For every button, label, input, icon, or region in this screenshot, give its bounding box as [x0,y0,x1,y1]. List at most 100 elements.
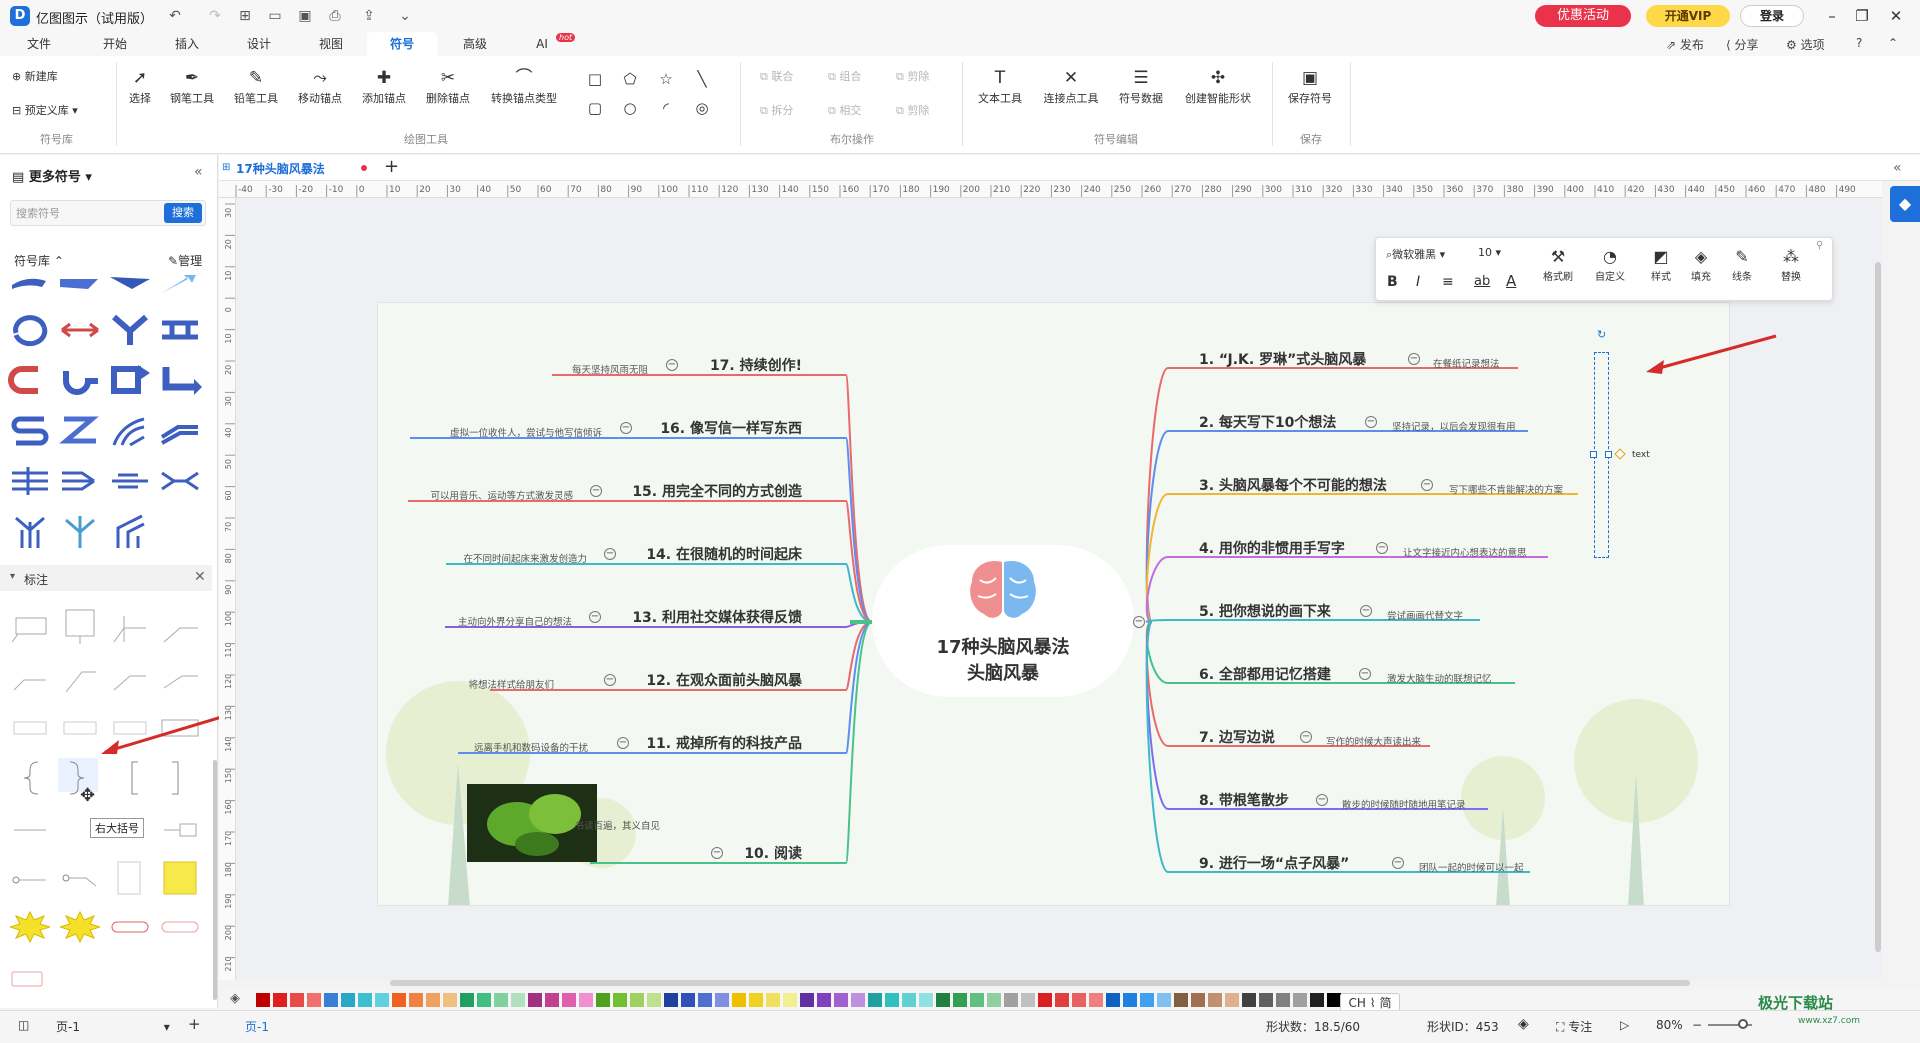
merge-arrow-symbol[interactable] [108,313,152,353]
fork-arrow-symbol[interactable] [108,510,152,550]
callout-symbol[interactable] [10,712,50,746]
color-swatch[interactable] [477,993,491,1007]
color-swatch[interactable] [698,993,712,1007]
convert-anchor-button[interactable]: ⌒ 转换锚点类型 [486,66,562,106]
format-panel-toggle-icon[interactable]: ◆ [1890,186,1920,222]
topic-node[interactable]: 3. 头脑风暴每个不可能的想法 [1199,475,1387,495]
right-bracket-symbol[interactable] [160,758,200,795]
topic-node[interactable]: 17. 持续创作! [710,355,802,375]
redo-icon[interactable]: ↷ [206,7,224,25]
help-icon[interactable]: ? [1856,36,1862,50]
topic-node[interactable]: 16. 像写信一样写东西 [660,418,802,438]
union-button[interactable]: ⧉ 联合 [760,67,793,87]
zoom-level[interactable]: 80% [1656,1018,1683,1032]
color-swatch[interactable] [817,993,831,1007]
font-size-select[interactable]: 10 ▾ [1478,246,1520,266]
subtract-button[interactable]: ⧉ 剪除 [896,67,929,87]
z-arrow-symbol[interactable] [58,413,102,453]
line-icon[interactable]: ╲ [692,69,712,89]
callout-symbol[interactable] [160,662,200,696]
color-swatch[interactable] [341,993,355,1007]
topic-node[interactable]: 1. “J.K. 罗琳”式头脑风暴 [1199,349,1366,369]
color-swatch[interactable] [834,993,848,1007]
topic-node[interactable]: 10. 阅读 [744,843,802,863]
new-file-icon[interactable]: ⊞ [236,7,254,25]
menu-advanced[interactable]: 高级 [449,32,501,56]
smart-shape-button[interactable]: ✣ 创建智能形状 [1178,66,1258,106]
collapse-ribbon-icon[interactable]: ⌃ [1888,36,1898,50]
color-swatch[interactable] [307,993,321,1007]
color-swatch[interactable] [936,993,950,1007]
collapse-node-icon[interactable]: − [1300,731,1312,743]
login-button[interactable]: 登录 [1740,5,1804,27]
color-swatch[interactable] [919,993,933,1007]
color-swatch[interactable] [630,993,644,1007]
underline-icon[interactable]: ab [1474,274,1490,289]
color-swatch[interactable] [902,993,916,1007]
pentagon-icon[interactable]: ⬠ [620,69,640,89]
arrow-symbol[interactable] [108,273,152,313]
rotate-handle-icon[interactable]: ↻ [1597,328,1606,341]
menu-file[interactable]: 文件 [13,32,65,56]
color-swatch[interactable] [528,993,542,1007]
collapse-node-icon[interactable]: − [604,548,616,560]
color-swatch[interactable] [885,993,899,1007]
print-icon[interactable]: ⎙ [326,7,344,25]
collapse-node-icon[interactable]: − [1359,668,1371,680]
color-swatch[interactable] [1004,993,1018,1007]
align-icon[interactable]: ≡ [1442,274,1454,290]
color-swatch[interactable] [1174,993,1188,1007]
resize-handle[interactable] [1590,451,1597,458]
connection-point-button[interactable]: ✕ 连接点工具 [1038,66,1104,106]
restore-icon[interactable]: ❐ [1852,6,1872,26]
bend-arrow-symbol[interactable] [108,363,152,403]
tag-callout-symbol[interactable] [110,910,150,944]
collapse-node-icon[interactable]: − [604,674,616,686]
split-button[interactable]: ⧉ 拆分 [760,101,793,121]
color-swatch[interactable] [290,993,304,1007]
menu-view[interactable]: 视图 [305,32,357,56]
spiral-icon[interactable]: ◎ [692,98,712,118]
color-swatch[interactable] [545,993,559,1007]
add-page-icon[interactable]: + [188,1015,201,1033]
corner-arrow-symbol[interactable] [158,363,202,403]
combine-button[interactable]: ⧉ 组合 [828,67,861,87]
color-swatch[interactable] [1021,993,1035,1007]
collapse-node-icon[interactable]: − [711,847,723,859]
collapse-panel-icon[interactable]: « [194,164,203,180]
u-turn-arrow-symbol[interactable] [8,363,52,403]
rectangle-icon[interactable]: □ [585,69,605,89]
add-tab-icon[interactable]: + [384,156,399,177]
fill-bucket-icon[interactable]: ◈ [230,991,240,1006]
color-swatch[interactable] [1191,993,1205,1007]
menu-home[interactable]: 开始 [89,32,141,56]
color-swatch[interactable] [511,993,525,1007]
save-symbol-button[interactable]: ▣ 保存符号 [1282,66,1338,106]
color-swatch[interactable] [596,993,610,1007]
topic-node[interactable]: 2. 每天写下10个想法 [1199,412,1336,432]
focus-button[interactable]: ⛶ 专注 [1556,1018,1592,1035]
callout-symbol[interactable] [110,612,150,646]
tag-callout-symbol[interactable] [160,910,200,944]
page-selector[interactable]: 页-1 ▾ [56,1018,170,1035]
brace-text[interactable]: text [1632,450,1650,460]
collapse-node-icon[interactable]: − [1365,416,1377,428]
color-swatch[interactable] [715,993,729,1007]
collapse-node-icon[interactable]: − [1408,353,1420,365]
topic-node[interactable]: 9. 进行一场“点子风暴” [1199,853,1349,873]
resize-handle[interactable] [1605,451,1612,458]
document-tab[interactable]: 17种头脑风暴法 [236,160,325,177]
save-icon[interactable]: ▣ [296,7,314,25]
rounded-rect-icon[interactable]: ▢ [585,98,605,118]
flow-arrow-symbol[interactable] [108,463,152,503]
color-swatch[interactable] [1208,993,1222,1007]
callout-symbol[interactable] [60,608,100,644]
topic-node[interactable]: 6. 全部都用记忆搭建 [1199,664,1331,684]
arrow-symbol[interactable] [8,273,52,313]
play-icon[interactable]: ▷ [1620,1018,1629,1032]
sticky-note-symbol[interactable] [160,858,200,895]
pin-callout-symbol[interactable] [60,862,100,896]
pin-icon[interactable]: ⚲ [1816,240,1823,251]
bold-icon[interactable]: B [1387,274,1398,290]
color-swatch[interactable] [647,993,661,1007]
